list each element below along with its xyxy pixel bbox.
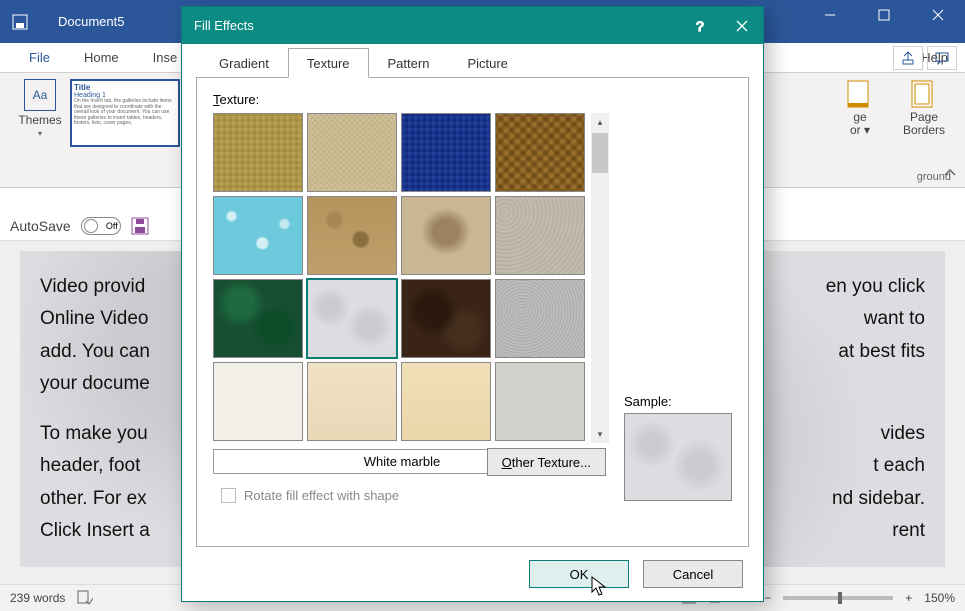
svg-text:?: ? [696, 19, 704, 33]
tab-picture[interactable]: Picture [448, 48, 526, 78]
dialog-close-button[interactable] [721, 7, 763, 44]
doc-text: Online Video [40, 303, 148, 335]
autosave-label: AutoSave [10, 218, 71, 234]
tab-home[interactable]: Home [67, 42, 136, 72]
texture-grid [213, 113, 585, 443]
fill-effects-dialog: Fill Effects ? Gradient Texture Pattern … [181, 6, 764, 602]
zoom-in-icon[interactable]: + [905, 591, 912, 605]
document-formatting-gallery-item[interactable]: Title Heading 1 On the Insert tab, the g… [70, 79, 180, 147]
sample-label: Sample: [624, 394, 732, 409]
minimize-button[interactable] [803, 0, 857, 29]
texture-swatch[interactable] [307, 196, 397, 275]
sample-swatch [624, 413, 732, 501]
page-color-label: geor ▾ [850, 111, 870, 137]
texture-swatch[interactable] [213, 196, 303, 275]
page-background-group: geor ▾ Page Borders [831, 79, 953, 181]
doc-text: vides [881, 418, 925, 450]
collapse-ribbon-icon[interactable] [943, 168, 957, 181]
texture-swatch[interactable] [401, 113, 491, 192]
doc-text: want to [864, 303, 925, 335]
ok-button[interactable]: OK [529, 560, 629, 588]
gallery-body: On the Insert tab, the galleries include… [74, 99, 176, 127]
save-icon[interactable] [131, 217, 149, 235]
themes-icon: Aa [24, 79, 56, 111]
rotate-fill-checkbox[interactable] [221, 488, 236, 503]
maximize-button[interactable] [857, 0, 911, 29]
page-color-button[interactable]: geor ▾ [831, 79, 889, 181]
autosave-toggle-state: Off [106, 221, 118, 231]
doc-text: nd sidebar. [832, 483, 925, 515]
cancel-button[interactable]: Cancel [643, 560, 743, 588]
texture-label: Texture: [213, 92, 259, 107]
close-button[interactable] [911, 0, 965, 29]
spelling-icon[interactable] [77, 589, 93, 608]
dialog-title: Fill Effects [194, 18, 254, 33]
page-borders-icon [908, 79, 940, 111]
scroll-thumb[interactable] [592, 133, 608, 173]
page-color-icon [844, 79, 876, 111]
zoom-percent[interactable]: 150% [924, 591, 955, 605]
doc-text: add. You can [40, 336, 150, 368]
page-borders-label: Page Borders [895, 111, 953, 137]
zoom-slider[interactable] [783, 596, 893, 600]
other-texture-button[interactable]: Other Texture... [487, 448, 606, 476]
gallery-title: Title [74, 83, 176, 92]
tab-file[interactable]: File [12, 42, 67, 72]
dialog-buttons: OK Cancel [182, 547, 763, 601]
rotate-fill-label: Rotate fill effect with shape [244, 488, 399, 503]
texture-swatch[interactable] [307, 113, 397, 192]
doc-text: rent [892, 515, 925, 547]
chevron-down-icon: ▾ [38, 129, 42, 138]
texture-swatch[interactable] [213, 279, 303, 358]
word-count[interactable]: 239 words [10, 591, 65, 605]
doc-text: Click Insert a [40, 515, 150, 547]
share-button[interactable] [893, 46, 923, 70]
dialog-help-button[interactable]: ? [679, 7, 721, 44]
window-controls [803, 0, 965, 29]
zoom-out-icon[interactable]: − [764, 591, 771, 605]
texture-swatch[interactable] [213, 362, 303, 441]
scroll-down-icon[interactable]: ▾ [591, 425, 609, 443]
doc-text: header, foot [40, 450, 140, 482]
document-title: Document5 [58, 14, 124, 29]
themes-label: Themes [18, 113, 61, 127]
texture-swatch[interactable] [401, 196, 491, 275]
ribbon-right-controls [893, 46, 957, 70]
texture-scrollbar[interactable]: ▴ ▾ [591, 113, 609, 443]
texture-swatch[interactable] [495, 113, 585, 192]
rotate-fill-row: Rotate fill effect with shape [221, 488, 399, 503]
scroll-up-icon[interactable]: ▴ [591, 113, 609, 131]
doc-text: t each [873, 450, 925, 482]
page-borders-button[interactable]: Page Borders [895, 79, 953, 181]
doc-text: To make you [40, 418, 148, 450]
comments-button[interactable] [927, 46, 957, 70]
texture-swatch-selected[interactable] [307, 279, 397, 358]
dialog-tabstrip: Gradient Texture Pattern Picture [182, 44, 763, 78]
doc-text: other. For ex [40, 483, 147, 515]
doc-text: en you click [826, 271, 925, 303]
texture-panel: Texture: ▴ [196, 77, 749, 547]
texture-swatch[interactable] [495, 279, 585, 358]
doc-text: at best fits [838, 336, 925, 368]
tab-texture[interactable]: Texture [288, 48, 369, 78]
themes-button[interactable]: Aa Themes ▾ [12, 79, 68, 181]
texture-swatch[interactable] [401, 279, 491, 358]
texture-swatch[interactable] [495, 196, 585, 275]
tab-gradient[interactable]: Gradient [200, 48, 288, 78]
mouse-cursor-icon [591, 576, 607, 598]
autosave-toggle[interactable]: Off [81, 217, 121, 235]
word-save-icon[interactable] [12, 14, 28, 30]
texture-swatch[interactable] [213, 113, 303, 192]
sample-area: Sample: [624, 394, 732, 501]
dialog-window-controls: ? [679, 7, 763, 44]
dialog-titlebar[interactable]: Fill Effects ? [182, 7, 763, 44]
tab-pattern[interactable]: Pattern [369, 48, 449, 78]
texture-swatch[interactable] [401, 362, 491, 441]
doc-text: Video provid [40, 271, 145, 303]
doc-text: your docume [40, 373, 150, 394]
texture-swatch[interactable] [307, 362, 397, 441]
texture-swatch[interactable] [495, 362, 585, 441]
